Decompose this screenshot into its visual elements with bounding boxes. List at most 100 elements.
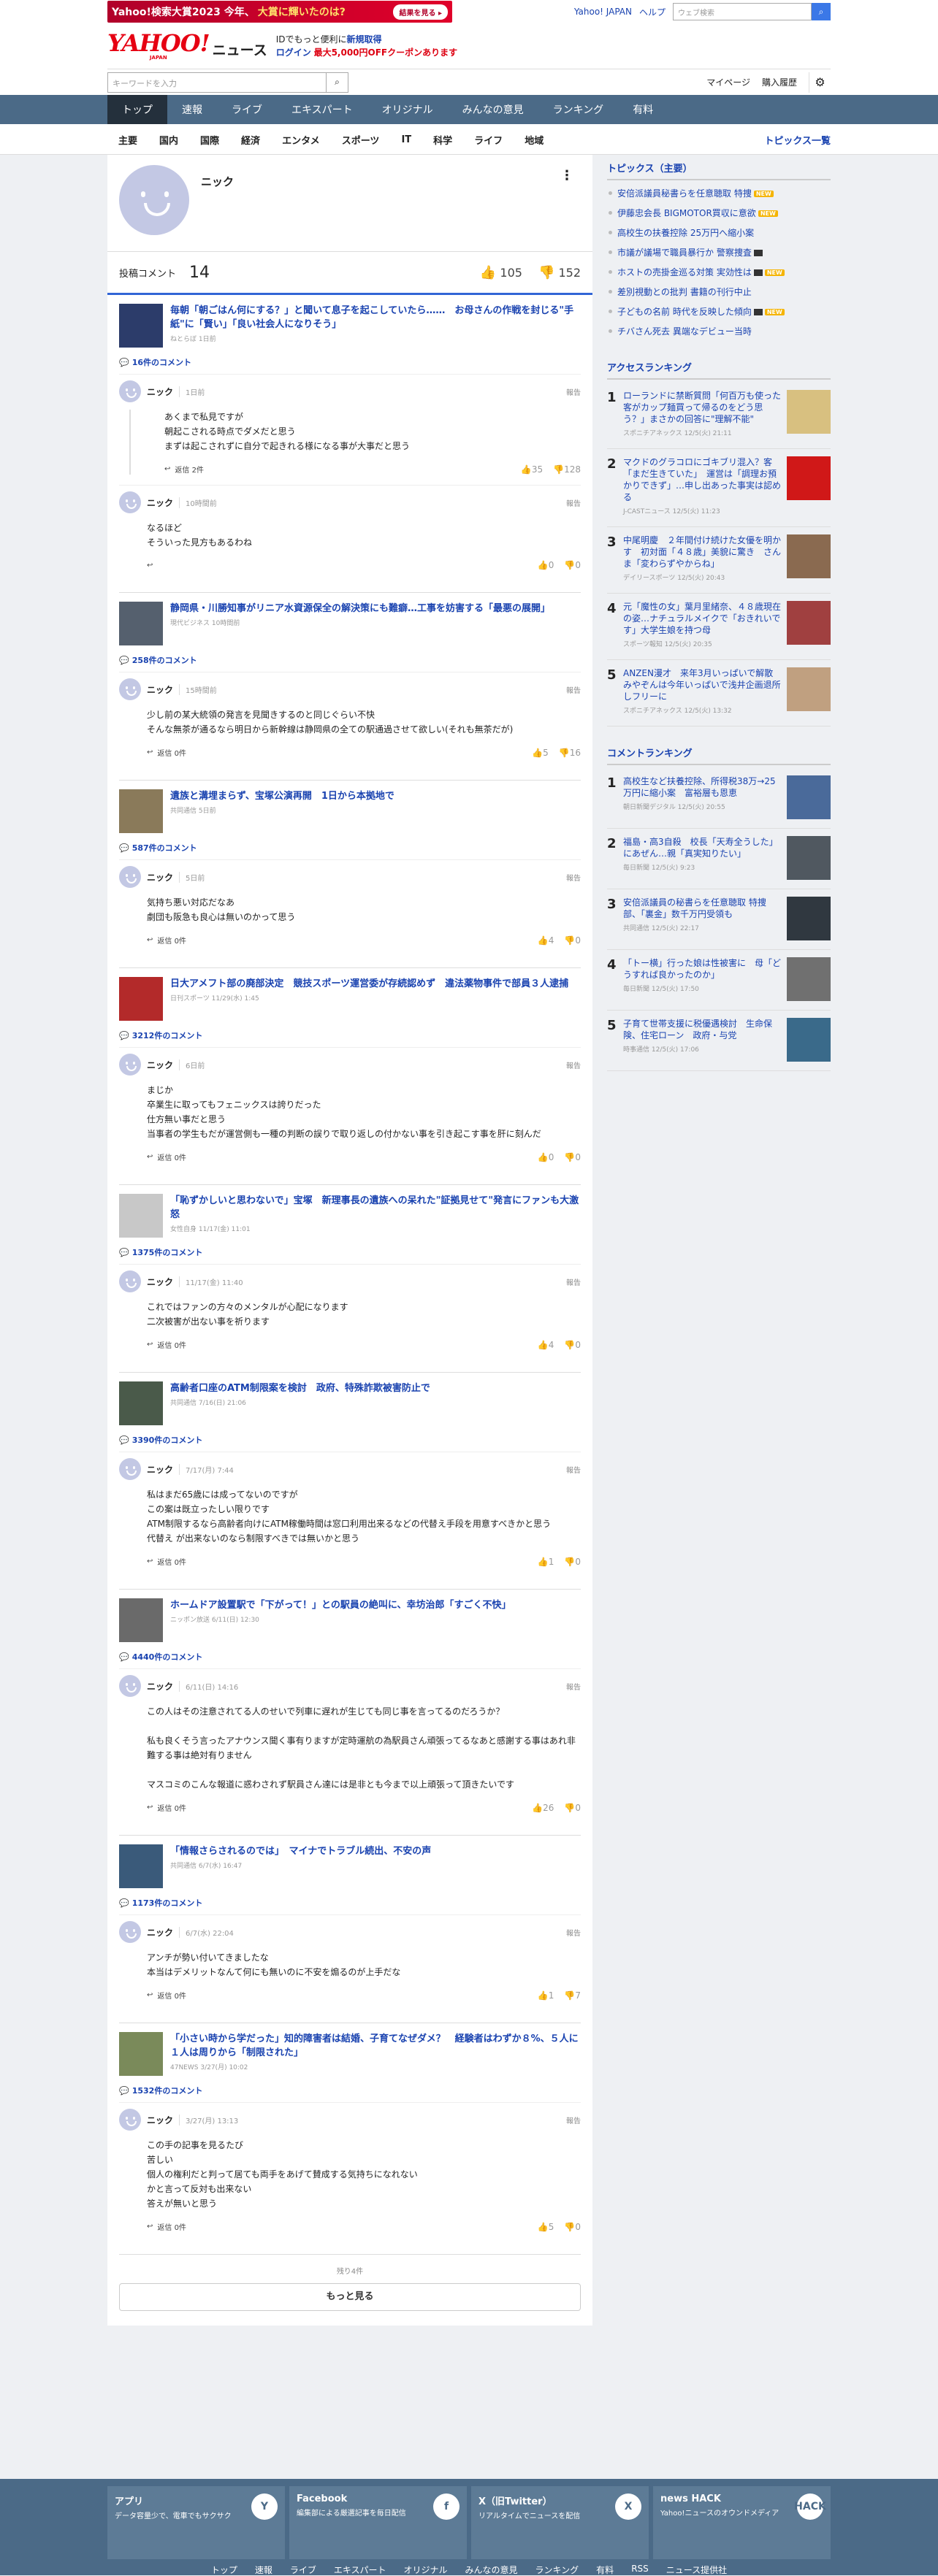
dislike-button[interactable]: 👎128: [553, 464, 581, 475]
comment-author[interactable]: ニック: [147, 497, 173, 509]
signup-link[interactable]: 新規取得: [347, 34, 382, 45]
reply-button[interactable]: ↩ 返信 0件: [147, 935, 186, 946]
ranking-item[interactable]: 5 子育て世帯支援に税優遇検討 生命保険、住宅ローン 政府・与党 時事通信 12/5…: [607, 1011, 831, 1071]
article-title[interactable]: 日大アメフト部の廃部決定 競技スポーツ運営委が存続認めず 違法薬物事件で部員３人…: [170, 978, 568, 989]
reply-button[interactable]: ↩ 返信 0件: [147, 1556, 186, 1567]
article-title[interactable]: 「恥ずかしいと思わないで」宝塚 新理事長の遺族への呆れた"証拠見せて"発言にファ…: [170, 1195, 579, 1220]
topic-item[interactable]: ホストの売掛金巡る対策 実効性は NEW: [607, 262, 831, 282]
sub-nav-item[interactable]: 主要: [107, 133, 148, 147]
comment-author[interactable]: ニック: [147, 1463, 173, 1476]
promo-button[interactable]: 結果を見る ▸: [393, 4, 448, 20]
topic-item[interactable]: 市議が議場で職員暴行か 警察捜査: [607, 242, 831, 262]
report-link[interactable]: 報告: [566, 684, 581, 695]
footer-card[interactable]: Facebook 編集部による厳選記事を毎日配信 f: [289, 2486, 467, 2559]
comment-count-link[interactable]: 💬 258件のコメント: [119, 654, 581, 666]
main-nav-item[interactable]: オリジナル: [367, 95, 448, 124]
topic-item[interactable]: 高校生の扶養控除 25万円へ縮小案: [607, 223, 831, 242]
comment-count-link[interactable]: 💬 4440件のコメント: [119, 1651, 581, 1663]
comment-author[interactable]: ニック: [147, 683, 173, 696]
like-button[interactable]: 👍0: [538, 1152, 554, 1162]
ranking-item[interactable]: 2 マクドのグラコロにゴキブリ混入？客「まだ生きていた」 運営は「調理お預かりでき…: [607, 449, 831, 527]
reply-button[interactable]: ↩ 返信 0件: [147, 1990, 186, 2001]
ranking-item[interactable]: 3 安倍派議員の秘書らを任意聴取 特捜部、「裏金」数千万円受領も 共同通信 12/5…: [607, 889, 831, 950]
comment-count-link[interactable]: 💬 587件のコメント: [119, 842, 581, 854]
article-title[interactable]: 「情報さらされるのでは」 マイナでトラブル続出、不安の声: [170, 1846, 431, 1857]
sub-nav-item[interactable]: 地域: [514, 133, 554, 147]
web-search-input[interactable]: ウェブ検索: [673, 3, 812, 20]
comment-count-link[interactable]: 💬 3390件のコメント: [119, 1434, 581, 1446]
purchase-history-link[interactable]: 購入履歴: [762, 76, 797, 88]
sub-nav-item[interactable]: エンタメ: [271, 133, 331, 147]
more-menu-icon[interactable]: ⋮: [560, 168, 573, 183]
comment-author[interactable]: ニック: [147, 386, 173, 398]
footer-nav-link[interactable]: ランキング: [535, 2564, 579, 2576]
reply-button[interactable]: ↩ 返信 0件: [147, 1339, 186, 1350]
footer-nav-link[interactable]: エキスパート: [334, 2564, 386, 2576]
article-thumbnail[interactable]: [119, 1194, 163, 1238]
footer-nav-link[interactable]: オリジナル: [404, 2564, 448, 2576]
sub-nav-item[interactable]: 経済: [230, 133, 271, 147]
sub-nav-item[interactable]: 国内: [148, 133, 189, 147]
mypage-link[interactable]: マイページ: [706, 76, 750, 88]
footer-nav-link[interactable]: ライブ: [290, 2564, 316, 2576]
yahoo-news-logo[interactable]: YAHOO! JAPAN ニュース: [107, 31, 267, 61]
footer-nav-link[interactable]: トップ: [211, 2564, 237, 2576]
help-link[interactable]: ヘルプ: [639, 6, 666, 18]
like-button[interactable]: 👍4: [538, 935, 554, 946]
comment-author[interactable]: ニック: [147, 1276, 173, 1288]
reply-button[interactable]: ↩ 返信 0件: [147, 2221, 186, 2232]
comment-author[interactable]: ニック: [147, 2114, 173, 2126]
article-thumbnail[interactable]: [119, 602, 163, 645]
like-button[interactable]: 👍1: [538, 1990, 554, 2001]
ranking-item[interactable]: 5 ANZEN漫才 来年3月いっぱいで解散 みやぞんは今年いっぱいで浅井企画退所し…: [607, 660, 831, 727]
main-nav-item[interactable]: 速報: [167, 95, 217, 124]
ranking-title[interactable]: 高校生など扶養控除、所得税38万→25万円に縮小案 富裕層も恩恵: [623, 775, 781, 799]
reply-button[interactable]: ↩ 返信 0件: [147, 747, 186, 758]
ranking-title[interactable]: ANZEN漫才 来年3月いっぱいで解散 みやぞんは今年いっぱいで浅井企画退所しフ…: [623, 667, 782, 702]
dislike-button[interactable]: 👎7: [564, 1990, 581, 2001]
article-title[interactable]: 毎朝「朝ごはん何にする？」と聞いて息子を起こしていたら…… お母さんの作戦を封じ…: [170, 305, 573, 330]
article-thumbnail[interactable]: [119, 1844, 163, 1888]
article-thumbnail[interactable]: [119, 1598, 163, 1642]
ranking-item[interactable]: 4 元「魔性の女」葉月里緒奈、４８歳現在の姿…ナチュラルメイクで「おきれいです」大…: [607, 594, 831, 660]
report-link[interactable]: 報告: [566, 1927, 581, 1938]
comment-count-link[interactable]: 💬 1173件のコメント: [119, 1897, 581, 1909]
dislike-button[interactable]: 👎0: [564, 560, 581, 570]
news-search-button[interactable]: ⌕: [326, 72, 348, 92]
dislike-button[interactable]: 👎16: [559, 748, 581, 758]
ranking-title[interactable]: マクドのグラコロにゴキブリ混入？客「まだ生きていた」 運営は「調理お預かりできず…: [623, 456, 781, 503]
article-thumbnail[interactable]: [119, 789, 163, 833]
article-thumbnail[interactable]: [119, 977, 163, 1021]
settings-button[interactable]: ⚙: [809, 72, 831, 93]
ranking-title[interactable]: 元「魔性の女」葉月里緒奈、４８歳現在の姿…ナチュラルメイクで「おきれいです」大学…: [623, 601, 781, 636]
like-button[interactable]: 👍35: [521, 464, 543, 475]
report-link[interactable]: 報告: [566, 1276, 581, 1287]
comment-author[interactable]: ニック: [147, 1680, 173, 1693]
dislike-button[interactable]: 👎0: [564, 1152, 581, 1162]
load-more-button[interactable]: もっと見る: [119, 2283, 581, 2311]
like-button[interactable]: 👍4: [538, 1340, 554, 1350]
news-search-input[interactable]: キーワードを入力: [108, 73, 326, 92]
dislike-button[interactable]: 👎0: [564, 2222, 581, 2232]
article-title[interactable]: ホームドア設置駅で「下がって！」との駅員の絶叫に、幸坊治郎「すごく不快」: [170, 1600, 511, 1611]
like-button[interactable]: 👍5: [532, 748, 549, 758]
article-title[interactable]: 高齢者口座のATM制限案を検討 政府、特殊詐欺被害防止で: [170, 1383, 430, 1394]
sub-nav-item[interactable]: 科学: [422, 133, 463, 147]
dislike-button[interactable]: 👎0: [564, 935, 581, 946]
ranking-item[interactable]: 2 福島・高3自殺 校長「天寿全うした」にあぜん…親「真実知りたい」 毎日新聞 12…: [607, 829, 831, 889]
report-link[interactable]: 報告: [566, 1464, 581, 1475]
sub-nav-item[interactable]: ライフ: [463, 133, 514, 147]
report-link[interactable]: 報告: [566, 1059, 581, 1070]
footer-nav-link[interactable]: RSS: [631, 2564, 649, 2576]
report-link[interactable]: 報告: [566, 497, 581, 508]
sub-nav-item[interactable]: IT: [390, 134, 422, 145]
main-nav-item[interactable]: 有料: [618, 95, 668, 124]
footer-card[interactable]: アプリ データ容量少で、電車でもサクサク Y: [107, 2486, 285, 2559]
comment-author[interactable]: ニック: [147, 1059, 173, 1071]
main-nav-item[interactable]: エキスパート: [277, 95, 367, 124]
report-link[interactable]: 報告: [566, 2115, 581, 2125]
report-link[interactable]: 報告: [566, 872, 581, 883]
reply-button[interactable]: ↩ 返信 0件: [147, 1151, 186, 1162]
footer-nav-link[interactable]: みんなの意見: [465, 2564, 518, 2576]
article-title[interactable]: 遺族と溝埋まらず、宝塚公演再開 1日から本拠地で: [170, 791, 394, 802]
